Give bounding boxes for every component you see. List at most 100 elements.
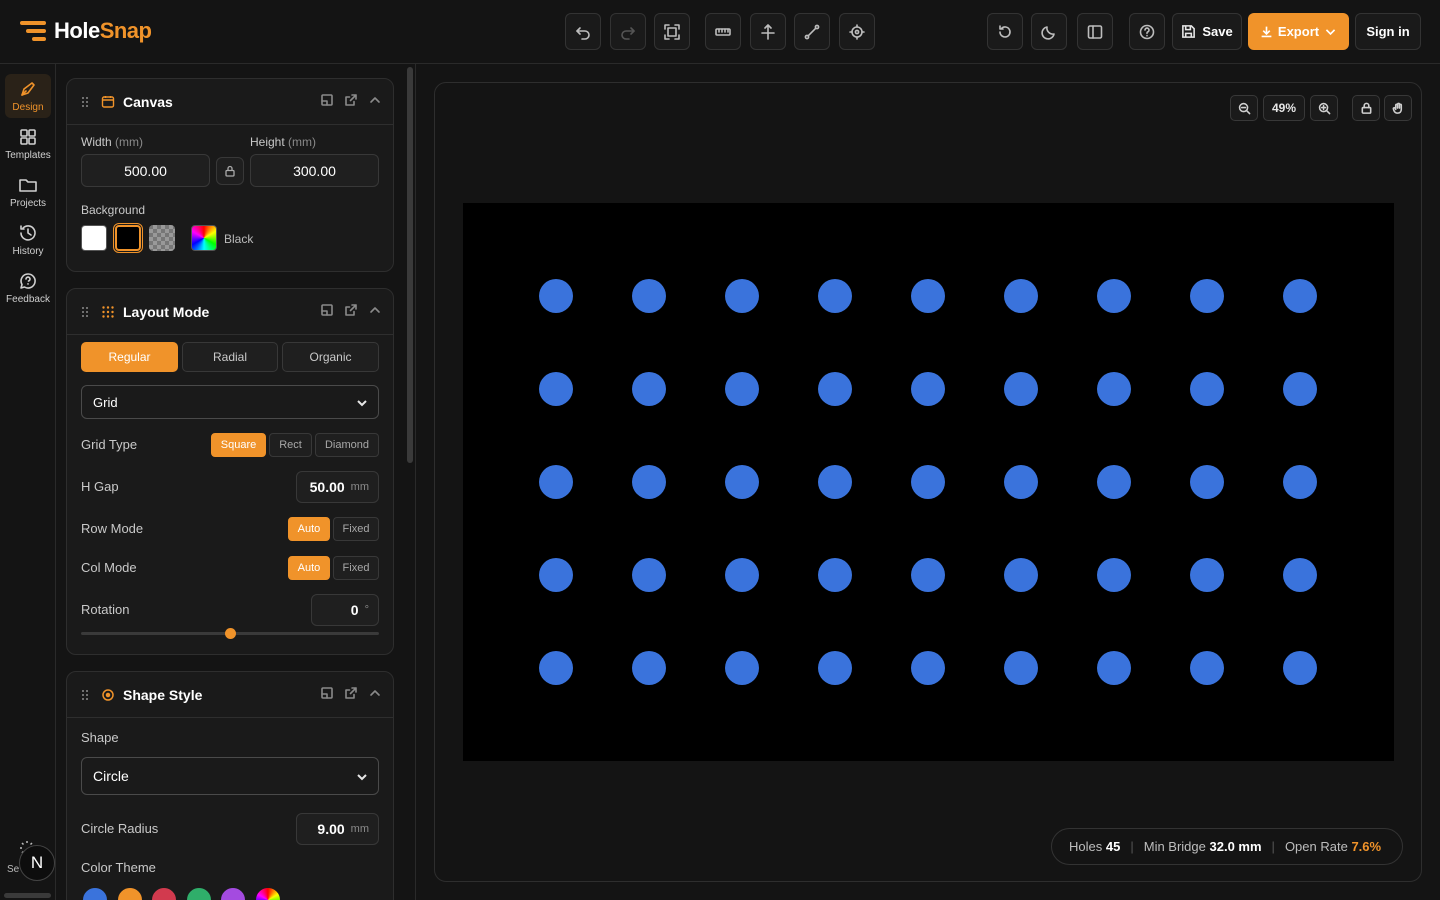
chevron-up-icon[interactable] bbox=[369, 304, 381, 316]
hole[interactable] bbox=[1283, 279, 1317, 313]
hole[interactable] bbox=[632, 372, 666, 406]
hole[interactable] bbox=[1190, 465, 1224, 499]
align-button[interactable] bbox=[750, 13, 786, 50]
hole[interactable] bbox=[818, 558, 852, 592]
mode-regular[interactable]: Regular bbox=[81, 342, 178, 372]
hole[interactable] bbox=[539, 651, 573, 685]
hole[interactable] bbox=[1004, 279, 1038, 313]
hole[interactable] bbox=[539, 279, 573, 313]
hole[interactable] bbox=[539, 558, 573, 592]
help-button[interactable] bbox=[1129, 13, 1165, 50]
target-button[interactable] bbox=[839, 13, 875, 50]
row-mode-fixed[interactable]: Fixed bbox=[333, 517, 379, 541]
fit-to-screen-button[interactable] bbox=[654, 13, 690, 50]
hole[interactable] bbox=[1097, 558, 1131, 592]
dock-icon[interactable] bbox=[321, 304, 333, 316]
nav-item-projects[interactable]: Projects bbox=[5, 170, 51, 214]
hole[interactable] bbox=[1283, 465, 1317, 499]
dock-icon[interactable] bbox=[321, 687, 333, 699]
hole[interactable] bbox=[725, 558, 759, 592]
bg-swatch-black[interactable] bbox=[113, 223, 143, 253]
hole[interactable] bbox=[1097, 651, 1131, 685]
color-theme-swatch[interactable] bbox=[219, 886, 247, 900]
theme-toggle-button[interactable] bbox=[1031, 13, 1067, 50]
hole[interactable] bbox=[632, 465, 666, 499]
hole[interactable] bbox=[725, 372, 759, 406]
popout-icon[interactable] bbox=[345, 304, 357, 316]
row-mode-auto[interactable]: Auto bbox=[288, 517, 330, 541]
nav-item-design[interactable]: Design bbox=[5, 74, 51, 118]
hole[interactable] bbox=[818, 279, 852, 313]
bg-color-picker[interactable] bbox=[191, 225, 217, 251]
hole[interactable] bbox=[725, 465, 759, 499]
nav-item-history[interactable]: History bbox=[5, 218, 51, 262]
hole[interactable] bbox=[725, 651, 759, 685]
dock-icon[interactable] bbox=[321, 94, 333, 106]
popout-icon[interactable] bbox=[345, 94, 357, 106]
color-theme-swatch[interactable] bbox=[253, 886, 282, 900]
nav-item-templates[interactable]: Templates bbox=[5, 122, 51, 166]
hole[interactable] bbox=[539, 372, 573, 406]
mode-radial[interactable]: Radial bbox=[182, 342, 278, 372]
hole[interactable] bbox=[539, 465, 573, 499]
hole[interactable] bbox=[632, 558, 666, 592]
zoom-in-button[interactable] bbox=[1310, 95, 1338, 121]
nav-scrollbar[interactable] bbox=[4, 893, 51, 898]
hole[interactable] bbox=[1004, 465, 1038, 499]
mode-organic[interactable]: Organic bbox=[282, 342, 379, 372]
hole[interactable] bbox=[725, 279, 759, 313]
hole[interactable] bbox=[1097, 279, 1131, 313]
hole[interactable] bbox=[1097, 465, 1131, 499]
zoom-out-button[interactable] bbox=[1230, 95, 1258, 121]
sign-in-button[interactable]: Sign in bbox=[1355, 13, 1421, 50]
chevron-up-icon[interactable] bbox=[369, 94, 381, 106]
col-mode-auto[interactable]: Auto bbox=[288, 556, 330, 580]
hole[interactable] bbox=[911, 651, 945, 685]
hole[interactable] bbox=[818, 372, 852, 406]
h-gap-input[interactable]: 50.00 mm bbox=[296, 471, 379, 503]
lock-aspect-button[interactable] bbox=[216, 157, 244, 185]
color-theme-swatch[interactable] bbox=[184, 886, 213, 900]
hole[interactable] bbox=[911, 279, 945, 313]
width-input[interactable]: 500.00 bbox=[81, 154, 210, 187]
grid-type-diamond[interactable]: Diamond bbox=[315, 433, 379, 457]
hole[interactable] bbox=[1190, 279, 1224, 313]
ruler-button[interactable] bbox=[705, 13, 741, 50]
hole[interactable] bbox=[1190, 372, 1224, 406]
hole[interactable] bbox=[1283, 651, 1317, 685]
hole[interactable] bbox=[1004, 651, 1038, 685]
hole[interactable] bbox=[632, 279, 666, 313]
hole[interactable] bbox=[1190, 651, 1224, 685]
rotation-slider-thumb[interactable] bbox=[224, 628, 236, 639]
avatar[interactable]: N bbox=[19, 845, 55, 881]
undo-button[interactable] bbox=[565, 13, 601, 50]
hole[interactable] bbox=[1004, 558, 1038, 592]
hole[interactable] bbox=[818, 465, 852, 499]
save-button[interactable]: Save bbox=[1172, 13, 1242, 50]
hole[interactable] bbox=[632, 651, 666, 685]
drag-handle-icon[interactable] bbox=[81, 688, 89, 701]
hole[interactable] bbox=[1283, 558, 1317, 592]
export-button[interactable]: Export bbox=[1248, 13, 1349, 50]
circle-radius-input[interactable]: 9.00 mm bbox=[296, 813, 379, 845]
hole[interactable] bbox=[1190, 558, 1224, 592]
hole[interactable] bbox=[1004, 372, 1038, 406]
redo-button[interactable] bbox=[610, 13, 646, 50]
nav-item-feedback[interactable]: Feedback bbox=[5, 266, 51, 310]
shape-select[interactable]: Circle bbox=[81, 757, 379, 795]
toggle-sidebar-button[interactable] bbox=[1077, 13, 1113, 50]
drag-handle-icon[interactable] bbox=[81, 95, 89, 108]
measure-button[interactable] bbox=[794, 13, 830, 50]
panel-scrollbar[interactable] bbox=[407, 67, 413, 463]
zoom-level[interactable]: 49% bbox=[1263, 95, 1305, 121]
hole[interactable] bbox=[911, 558, 945, 592]
artboard[interactable] bbox=[463, 203, 1394, 761]
drag-handle-icon[interactable] bbox=[81, 305, 89, 318]
height-input[interactable]: 300.00 bbox=[250, 154, 379, 187]
color-theme-swatch[interactable] bbox=[115, 886, 144, 900]
grid-type-square[interactable]: Square bbox=[211, 433, 266, 457]
lock-canvas-button[interactable] bbox=[1352, 95, 1380, 121]
grid-type-rect[interactable]: Rect bbox=[269, 433, 312, 457]
col-mode-fixed[interactable]: Fixed bbox=[333, 556, 379, 580]
pan-hand-button[interactable] bbox=[1384, 95, 1412, 121]
